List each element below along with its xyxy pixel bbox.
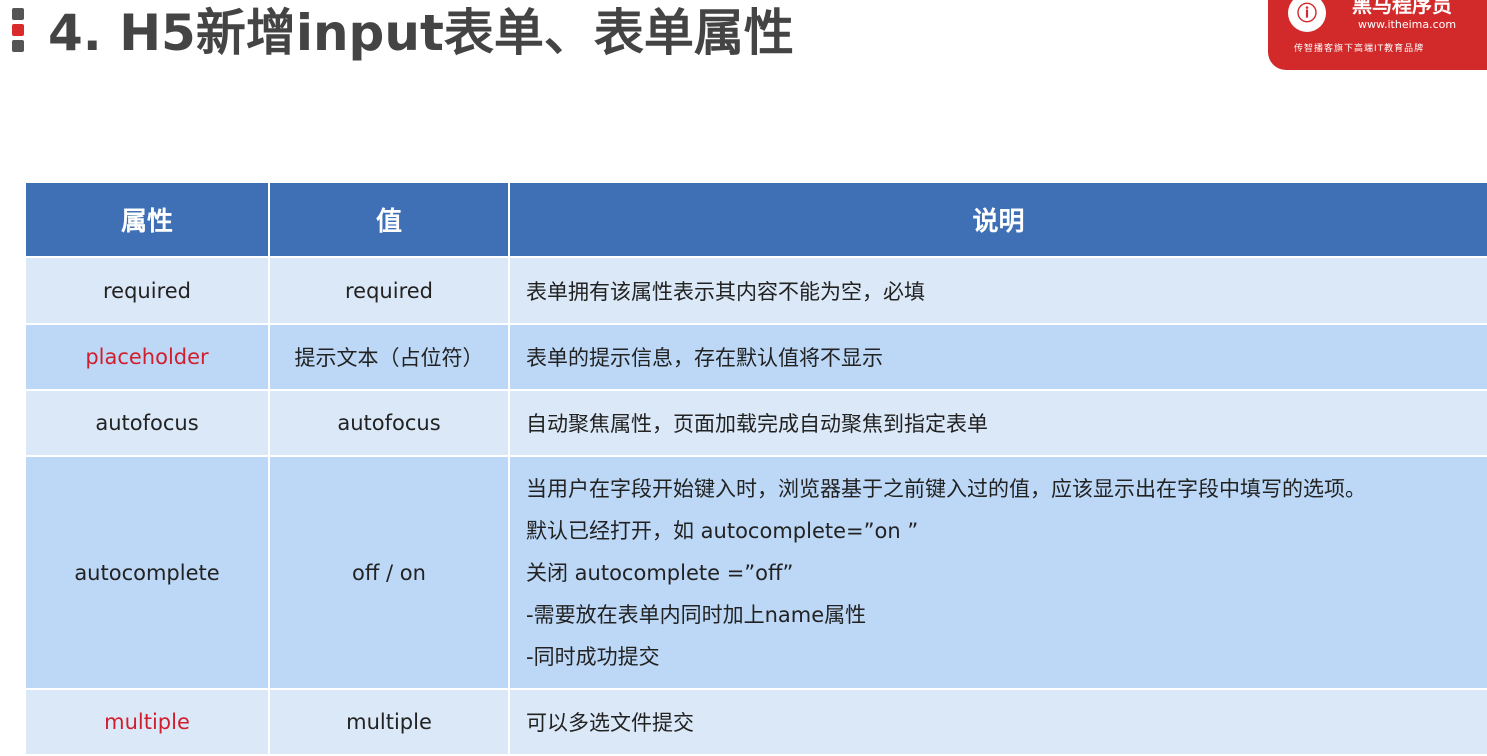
header-attribute: 属性 xyxy=(24,181,270,258)
description-line: 当用户在字段开始键入时，浏览器基于之前键入过的值，应该显示出在字段中填写的选项。 xyxy=(526,476,1366,501)
title-marker-icon xyxy=(12,8,24,56)
row-value: autofocus xyxy=(268,389,510,457)
table-row: autofocus autofocus 自动聚焦属性，页面加载完成自动聚焦到指定… xyxy=(24,389,1487,457)
brand-logo: ⓘ 黑马程序员 www.itheima.com 传智播客旗下高端IT教育品牌 xyxy=(1268,0,1487,70)
table-header-row: 属性 值 说明 xyxy=(24,181,1487,258)
row-attribute: autofocus xyxy=(24,389,270,457)
row-description: 自动聚焦属性，页面加载完成自动聚焦到指定表单 xyxy=(508,389,1487,457)
logo-url: www.itheima.com xyxy=(1358,18,1457,31)
attributes-table: 属性 值 说明 required required 表单拥有该属性表示其内容不能… xyxy=(24,181,1487,756)
logo-mark-icon: ⓘ xyxy=(1288,0,1326,32)
row-value: multiple xyxy=(268,688,510,756)
table-row: autocomplete off / on 当用户在字段开始键入时，浏览器基于之… xyxy=(24,455,1487,690)
header-description: 说明 xyxy=(508,181,1487,258)
table-row: placeholder 提示文本（占位符） 表单的提示信息，存在默认值将不显示 xyxy=(24,323,1487,391)
description-line: 关闭 autocomplete =”off” xyxy=(526,560,794,585)
logo-name: 黑马程序员 xyxy=(1352,0,1452,17)
page-title: 4. H5新增input表单、表单属性 xyxy=(48,4,794,62)
description-line: 默认已经打开，如 autocomplete=”on ” xyxy=(526,518,919,543)
description-line: -需要放在表单内同时加上name属性 xyxy=(526,602,867,627)
logo-slogan: 传智播客旗下高端IT教育品牌 xyxy=(1294,44,1425,54)
row-attribute: required xyxy=(24,256,270,325)
header-value: 值 xyxy=(268,181,510,258)
table-row: multiple multiple 可以多选文件提交 xyxy=(24,688,1487,756)
row-description: 当用户在字段开始键入时，浏览器基于之前键入过的值，应该显示出在字段中填写的选项。… xyxy=(508,455,1487,690)
row-attribute: autocomplete xyxy=(24,455,270,690)
table-row: required required 表单拥有该属性表示其内容不能为空，必填 xyxy=(24,256,1487,325)
row-attribute: multiple xyxy=(24,688,270,756)
row-description: 表单拥有该属性表示其内容不能为空，必填 xyxy=(508,256,1487,325)
row-attribute: placeholder xyxy=(24,323,270,391)
row-description: 可以多选文件提交 xyxy=(508,688,1487,756)
row-value: required xyxy=(268,256,510,325)
description-line: -同时成功提交 xyxy=(526,644,660,669)
row-value: off / on xyxy=(268,455,510,690)
row-value: 提示文本（占位符） xyxy=(268,323,510,391)
row-description: 表单的提示信息，存在默认值将不显示 xyxy=(508,323,1487,391)
